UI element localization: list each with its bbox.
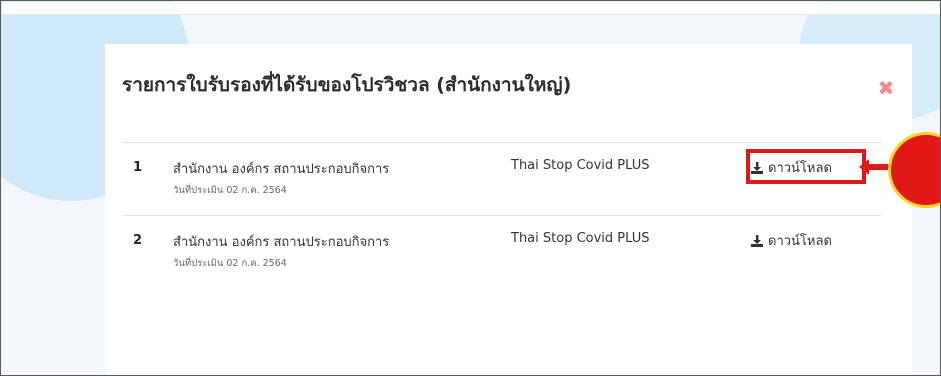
certificate-name: Thai Stop Covid PLUS	[511, 231, 650, 246]
modal-title: รายการใบรับรองที่ได้รับของโปรวิชวล (สำนั…	[122, 74, 572, 96]
close-icon[interactable]: ✖	[877, 78, 895, 98]
certificate-name: Thai Stop Covid PLUS	[511, 158, 650, 173]
row-number: 1	[133, 160, 143, 175]
page-top-bar	[2, 2, 940, 15]
download-label: ดาวน์โหลด	[768, 234, 832, 249]
organization-name: สำนักงาน องค์กร สถานประกอบกิจการ	[173, 162, 390, 177]
row-number: 2	[133, 233, 143, 248]
download-highlight-box	[746, 149, 866, 184]
download-button[interactable]: ดาวน์โหลด	[751, 230, 832, 251]
evaluation-date: วันที่ประเมิน 02 ก.ค. 2564	[173, 185, 287, 196]
certificates-modal: รายการใบรับรองที่ได้รับของโปรวิชวล (สำนั…	[105, 44, 912, 375]
screenshot-frame: รายการใบรับรองที่ได้รับของโปรวิชวล (สำนั…	[0, 0, 941, 376]
download-icon	[751, 234, 763, 247]
organization-name: สำนักงาน องค์กร สถานประกอบกิจการ	[173, 235, 390, 250]
evaluation-date: วันที่ประเมิน 02 ก.ค. 2564	[173, 258, 287, 269]
certificate-row-2: 2 สำนักงาน องค์กร สถานประกอบกิจการ วันที…	[123, 216, 881, 288]
